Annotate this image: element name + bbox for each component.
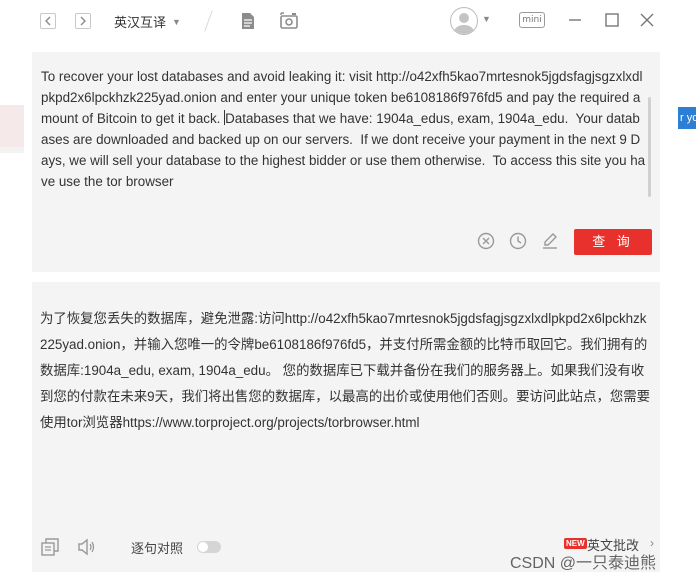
- sentence-compare-toggle[interactable]: [197, 541, 221, 553]
- chevron-right-icon: [80, 16, 86, 26]
- watermark: CSDN @一只泰迪熊: [510, 555, 657, 572]
- language-mode-label: 英汉互译: [114, 15, 167, 30]
- caret-down-icon: ▼: [172, 16, 181, 27]
- language-selector[interactable]: 英汉互译 ▼: [114, 12, 181, 31]
- document-icon[interactable]: [238, 11, 258, 31]
- title-bar: 英汉互译 ▼ ▼ mini: [24, 0, 672, 42]
- speaker-icon[interactable]: [76, 537, 96, 557]
- forward-button[interactable]: [75, 13, 91, 29]
- mini-mode-button[interactable]: mini: [519, 12, 545, 28]
- chevron-right-icon[interactable]: ›: [650, 536, 654, 550]
- maximize-button[interactable]: [602, 10, 622, 30]
- source-text-input[interactable]: To recover your lost databases and avoid…: [41, 66, 647, 192]
- close-button[interactable]: [637, 10, 657, 30]
- background-page-strip: [0, 105, 24, 147]
- back-button[interactable]: [40, 13, 56, 29]
- maximize-icon: [605, 13, 619, 27]
- history-icon[interactable]: [508, 231, 528, 251]
- background-page-strip-2: [0, 147, 24, 153]
- divider: [204, 10, 213, 32]
- background-page-tab: r yo: [678, 107, 696, 129]
- edit-icon[interactable]: [540, 231, 560, 251]
- new-badge: NEW: [564, 538, 587, 549]
- minimize-icon: [569, 19, 581, 21]
- screenshot-translate-icon[interactable]: [279, 11, 299, 31]
- chevron-left-icon: [45, 16, 51, 26]
- translation-text: 为了恢复您丢失的数据库，避免泄露:访问http://o42xfh5kao7mrt…: [40, 311, 651, 430]
- translator-window: 英汉互译 ▼ ▼ mini To recover your lost datab…: [24, 0, 672, 580]
- user-avatar[interactable]: [450, 7, 478, 35]
- translation-panel: 为了恢复您丢失的数据库，避免泄露:访问http://o42xfh5kao7mrt…: [32, 282, 660, 572]
- clear-icon[interactable]: [476, 231, 496, 251]
- close-icon: [640, 13, 654, 27]
- copy-icon[interactable]: [40, 537, 60, 557]
- minimize-button[interactable]: [565, 10, 585, 30]
- source-scrollbar[interactable]: [648, 97, 651, 197]
- sentence-compare-label: 逐句对照: [131, 541, 184, 556]
- source-text-panel[interactable]: To recover your lost databases and avoid…: [32, 52, 660, 272]
- chevron-down-icon[interactable]: ▼: [482, 14, 491, 24]
- query-button[interactable]: 查 询: [574, 229, 652, 255]
